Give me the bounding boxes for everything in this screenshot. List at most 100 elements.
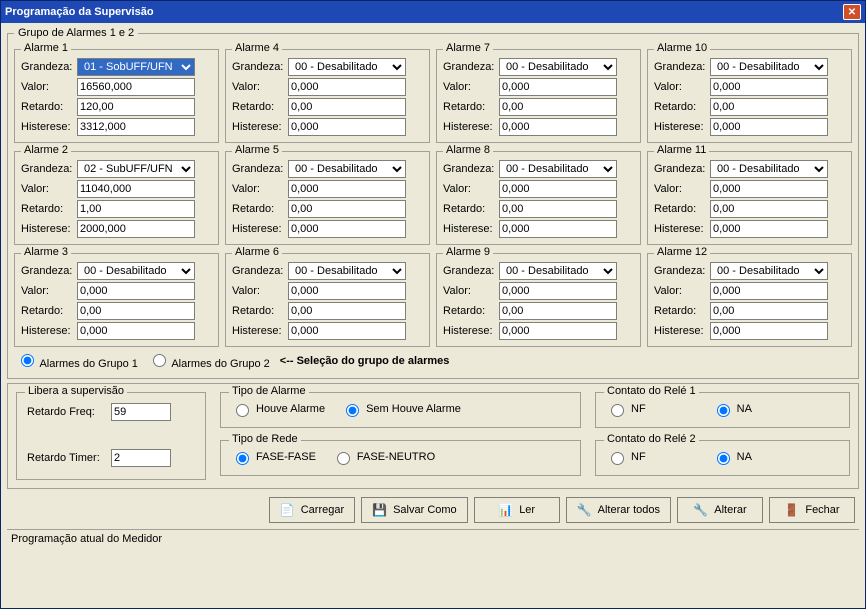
valor-input[interactable] bbox=[288, 78, 406, 96]
histerese-input[interactable] bbox=[288, 220, 406, 238]
valor-input[interactable] bbox=[288, 180, 406, 198]
app-window: Programação da Supervisão ✕ Grupo de Ala… bbox=[0, 0, 866, 609]
histerese-input[interactable] bbox=[499, 118, 617, 136]
retardo-input[interactable] bbox=[77, 98, 195, 116]
histerese-input[interactable] bbox=[710, 118, 828, 136]
tipo-alarme-opt2-input[interactable] bbox=[346, 404, 359, 417]
alterar-todos-label: Alterar todos bbox=[598, 504, 660, 516]
retardo-input[interactable] bbox=[499, 98, 617, 116]
ler-button[interactable]: 📊 Ler bbox=[474, 497, 560, 523]
libera-box: Libera a supervisão Retardo Freq: Retard… bbox=[16, 392, 206, 480]
valor-input[interactable] bbox=[77, 78, 195, 96]
retardo-input[interactable] bbox=[710, 200, 828, 218]
rele1-nf-input[interactable] bbox=[611, 404, 624, 417]
grandeza-label: Grandeza: bbox=[232, 163, 284, 175]
alarm-title: Alarme 8 bbox=[443, 144, 493, 156]
histerese-input[interactable] bbox=[499, 220, 617, 238]
tipo-rede-opt2-input[interactable] bbox=[337, 452, 350, 465]
grandeza-label: Grandeza: bbox=[232, 265, 284, 277]
retardo-input[interactable] bbox=[288, 200, 406, 218]
tipo-alarme-opt1-input[interactable] bbox=[236, 404, 249, 417]
group1-radio-input[interactable] bbox=[21, 354, 34, 367]
retardo-timer-input[interactable] bbox=[111, 449, 171, 467]
histerese-input[interactable] bbox=[710, 220, 828, 238]
alarm-box-5: Alarme 5 Grandeza: 00 - Desabilitado Val… bbox=[225, 151, 430, 245]
tipo-rede-opt2[interactable]: FASE-NEUTRO bbox=[332, 449, 435, 465]
close-icon[interactable]: ✕ bbox=[843, 4, 861, 20]
alarm-title: Alarme 9 bbox=[443, 246, 493, 258]
retardo-freq-label: Retardo Freq: bbox=[27, 406, 107, 418]
valor-input[interactable] bbox=[710, 78, 828, 96]
grandeza-select[interactable]: 01 - SobUFF/UFN bbox=[77, 58, 195, 76]
valor-input[interactable] bbox=[288, 282, 406, 300]
rele2-na-input[interactable] bbox=[717, 452, 730, 465]
grandeza-select[interactable]: 00 - Desabilitado bbox=[288, 160, 406, 178]
salvar-como-button[interactable]: 💾 Salvar Como bbox=[361, 497, 468, 523]
rele2-na[interactable]: NA bbox=[712, 449, 752, 465]
alarm-box-9: Alarme 9 Grandeza: 00 - Desabilitado Val… bbox=[436, 253, 641, 347]
grandeza-select[interactable]: 00 - Desabilitado bbox=[288, 58, 406, 76]
histerese-input[interactable] bbox=[710, 322, 828, 340]
histerese-input[interactable] bbox=[77, 220, 195, 238]
grandeza-select[interactable]: 00 - Desabilitado bbox=[77, 262, 195, 280]
retardo-input[interactable] bbox=[499, 302, 617, 320]
retardo-input[interactable] bbox=[710, 302, 828, 320]
alarm-title: Alarme 2 bbox=[21, 144, 71, 156]
grandeza-select[interactable]: 00 - Desabilitado bbox=[499, 160, 617, 178]
titlebar[interactable]: Programação da Supervisão ✕ bbox=[1, 1, 865, 23]
histerese-input[interactable] bbox=[499, 322, 617, 340]
histerese-input[interactable] bbox=[288, 118, 406, 136]
rele2-nf-input[interactable] bbox=[611, 452, 624, 465]
histerese-input[interactable] bbox=[288, 322, 406, 340]
valor-input[interactable] bbox=[499, 78, 617, 96]
tipo-alarme-opt1[interactable]: Houve Alarme bbox=[231, 401, 325, 417]
group2-radio-input[interactable] bbox=[153, 354, 166, 367]
retardo-input[interactable] bbox=[77, 302, 195, 320]
histerese-input[interactable] bbox=[77, 322, 195, 340]
retardo-label: Retardo: bbox=[21, 101, 73, 113]
tipo-rede-opt1-input[interactable] bbox=[236, 452, 249, 465]
alarm-title: Alarme 4 bbox=[232, 42, 282, 54]
valor-input[interactable] bbox=[77, 180, 195, 198]
grandeza-select[interactable]: 00 - Desabilitado bbox=[288, 262, 406, 280]
grandeza-select[interactable]: 00 - Desabilitado bbox=[710, 58, 828, 76]
rele1-nf[interactable]: NF bbox=[606, 401, 646, 417]
retardo-input[interactable] bbox=[288, 98, 406, 116]
rele2-nf[interactable]: NF bbox=[606, 449, 646, 465]
alarm-box-1: Alarme 1 Grandeza: 01 - SobUFF/UFN Valor… bbox=[14, 49, 219, 143]
valor-input[interactable] bbox=[710, 282, 828, 300]
group1-radio[interactable]: Alarmes do Grupo 1 bbox=[16, 351, 138, 370]
alterar-todos-button[interactable]: 🔧 Alterar todos bbox=[566, 497, 671, 523]
valor-label: Valor: bbox=[232, 183, 284, 195]
grandeza-select[interactable]: 00 - Desabilitado bbox=[710, 160, 828, 178]
alarms-grid: Alarme 1 Grandeza: 01 - SobUFF/UFN Valor… bbox=[14, 43, 852, 347]
carregar-label: Carregar bbox=[301, 504, 344, 516]
histerese-input[interactable] bbox=[77, 118, 195, 136]
group2-radio[interactable]: Alarmes do Grupo 2 bbox=[148, 351, 270, 370]
grandeza-select[interactable]: 00 - Desabilitado bbox=[499, 262, 617, 280]
valor-input[interactable] bbox=[77, 282, 195, 300]
retardo-label: Retardo: bbox=[232, 305, 284, 317]
retardo-input[interactable] bbox=[77, 200, 195, 218]
valor-input[interactable] bbox=[710, 180, 828, 198]
carregar-button[interactable]: 📄 Carregar bbox=[269, 497, 355, 523]
fechar-button[interactable]: 🚪 Fechar bbox=[769, 497, 855, 523]
retardo-freq-input[interactable] bbox=[111, 403, 171, 421]
tipo-alarme-opt2[interactable]: Sem Houve Alarme bbox=[341, 401, 461, 417]
retardo-input[interactable] bbox=[288, 302, 406, 320]
rele1-na-input[interactable] bbox=[717, 404, 730, 417]
rele2-title: Contato do Relé 2 bbox=[604, 433, 699, 445]
grandeza-select[interactable]: 02 - SubUFF/UFN bbox=[77, 160, 195, 178]
alarm-group-title: Grupo de Alarmes 1 e 2 bbox=[14, 27, 138, 39]
retardo-input[interactable] bbox=[710, 98, 828, 116]
alterar-label: Alterar bbox=[714, 504, 746, 516]
valor-input[interactable] bbox=[499, 282, 617, 300]
rele1-na[interactable]: NA bbox=[712, 401, 752, 417]
alarm-box-6: Alarme 6 Grandeza: 00 - Desabilitado Val… bbox=[225, 253, 430, 347]
tipo-rede-opt1[interactable]: FASE-FASE bbox=[231, 449, 316, 465]
grandeza-select[interactable]: 00 - Desabilitado bbox=[710, 262, 828, 280]
grandeza-select[interactable]: 00 - Desabilitado bbox=[499, 58, 617, 76]
valor-input[interactable] bbox=[499, 180, 617, 198]
alterar-button[interactable]: 🔧 Alterar bbox=[677, 497, 763, 523]
retardo-input[interactable] bbox=[499, 200, 617, 218]
